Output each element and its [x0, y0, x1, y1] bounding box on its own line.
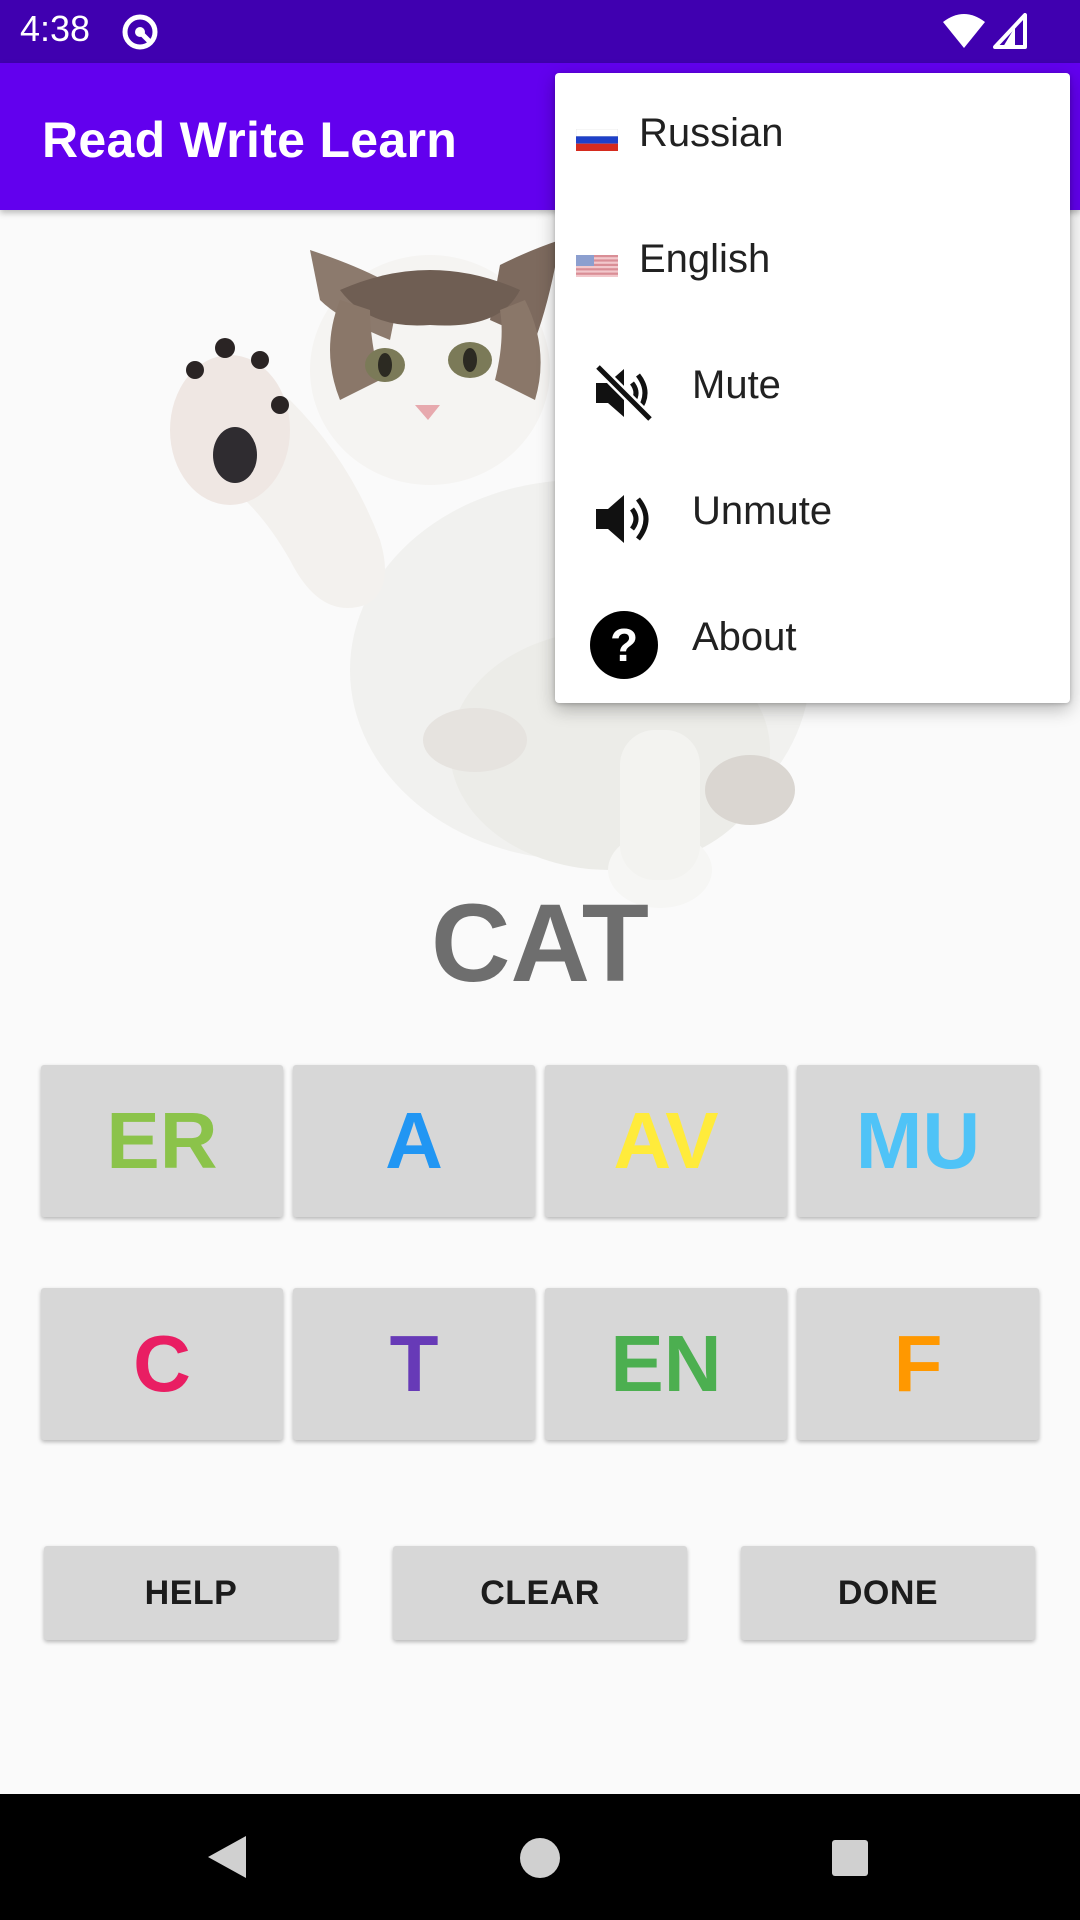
wifi-icon: [943, 14, 985, 48]
russian-flag-icon: [576, 129, 618, 151]
app-title: Read Write Learn: [42, 112, 458, 168]
menu-item-mute[interactable]: Mute: [555, 325, 1070, 451]
letter-tile[interactable]: F: [797, 1288, 1039, 1440]
help-circle-icon: ?: [590, 611, 658, 679]
volume-off-icon: [594, 363, 654, 423]
cell-signal-icon: [993, 13, 1027, 49]
home-circle-icon[interactable]: [519, 1837, 561, 1879]
menu-item-label: Russian: [639, 111, 784, 155]
done-button[interactable]: DONE: [741, 1546, 1035, 1640]
status-time: 4:38: [20, 8, 91, 49]
menu-item-russian[interactable]: Russian: [555, 73, 1070, 199]
letter-tile[interactable]: AV: [545, 1065, 787, 1217]
menu-item-label: Mute: [692, 363, 781, 407]
status-bar: 4:38: [0, 0, 1080, 63]
menu-item-about[interactable]: ? About: [555, 577, 1070, 703]
menu-item-unmute[interactable]: Unmute: [555, 451, 1070, 577]
letter-tile[interactable]: T: [293, 1288, 535, 1440]
letter-tile[interactable]: A: [293, 1065, 535, 1217]
recents-square-icon[interactable]: [831, 1839, 869, 1877]
clear-button[interactable]: CLEAR: [393, 1546, 687, 1640]
letter-tile[interactable]: C: [41, 1288, 283, 1440]
overflow-menu: Russian English Mute Unmute ? About: [555, 73, 1070, 703]
svg-text:?: ?: [610, 619, 638, 671]
menu-item-label: About: [692, 615, 797, 659]
navigation-bar: [0, 1794, 1080, 1920]
target-word: CAT: [431, 882, 649, 1005]
circle-slash-icon: [122, 14, 158, 50]
back-triangle-icon[interactable]: [204, 1834, 248, 1880]
letter-tile[interactable]: MU: [797, 1065, 1039, 1217]
us-flag-icon: [576, 255, 618, 277]
help-button[interactable]: HELP: [44, 1546, 338, 1640]
menu-item-label: English: [639, 237, 771, 281]
menu-item-english[interactable]: English: [555, 199, 1070, 325]
letter-tile[interactable]: EN: [545, 1288, 787, 1440]
volume-up-icon: [596, 495, 649, 543]
letter-tile[interactable]: ER: [41, 1065, 283, 1217]
menu-item-label: Unmute: [692, 489, 833, 533]
